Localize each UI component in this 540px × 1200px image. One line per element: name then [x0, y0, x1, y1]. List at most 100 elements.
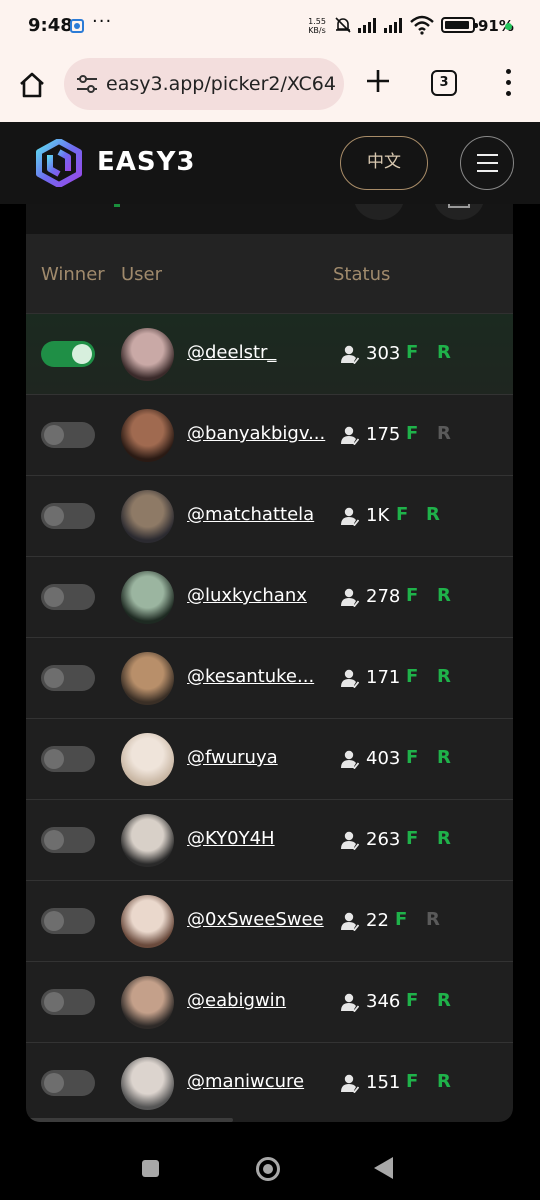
- person-icon: [341, 993, 359, 1012]
- follower-count: 263: [366, 829, 401, 850]
- table-row: @matchattela 1K F R: [26, 476, 513, 557]
- username-link[interactable]: @KY0Y4H: [187, 828, 275, 849]
- column-header-user: User: [121, 264, 163, 285]
- column-header-status: Status: [333, 264, 391, 285]
- address-bar[interactable]: easy3.app/picker2/XC64: [64, 58, 344, 110]
- network-speed: 1.55 KB/s: [306, 17, 328, 35]
- username-link[interactable]: @maniwcure: [187, 1071, 304, 1092]
- battery-icon: [441, 17, 478, 33]
- repost-status: R: [426, 909, 440, 930]
- winner-toggle[interactable]: [41, 827, 95, 853]
- table-row: @deelstr_ 303 F R: [26, 314, 513, 395]
- app-notification-icon: [70, 19, 84, 33]
- username-link[interactable]: @deelstr_: [187, 342, 276, 363]
- system-navigation-bar: [0, 1122, 540, 1200]
- tabs-icon[interactable]: 3: [431, 70, 457, 96]
- repost-status: R: [437, 666, 451, 687]
- table-header: Winner User Status: [26, 234, 513, 314]
- avatar[interactable]: [121, 895, 174, 948]
- winner-toggle[interactable]: [41, 1070, 95, 1096]
- person-icon: [341, 669, 359, 688]
- repost-status: R: [437, 828, 451, 849]
- winner-toggle[interactable]: [41, 746, 95, 772]
- table-row: @0xSweeSwee 22 F R: [26, 881, 513, 962]
- status-bar: 9:48 ··· 1.55 KB/s 91%: [0, 0, 540, 52]
- username-link[interactable]: @kesantuke...: [187, 666, 314, 687]
- participants-table-card: Winner User Status @deelstr_ 303 F R @banyak…: [26, 204, 513, 1122]
- winner-toggle[interactable]: [41, 422, 95, 448]
- more-notifications-icon: ···: [92, 11, 113, 32]
- avatar[interactable]: [121, 814, 174, 867]
- follow-status: F: [406, 1071, 419, 1092]
- person-icon: [341, 1074, 359, 1093]
- username-link[interactable]: @0xSweeSwee: [187, 909, 324, 930]
- signal-icon: [384, 18, 402, 33]
- follower-count: 278: [366, 586, 401, 607]
- table-row: @eabigwin 346 F R: [26, 962, 513, 1043]
- avatar[interactable]: [121, 409, 174, 462]
- url-text[interactable]: easy3.app/picker2/XC64: [106, 73, 336, 95]
- avatar[interactable]: [121, 976, 174, 1029]
- privacy-dot-icon: [505, 23, 512, 30]
- easy3-logo-icon[interactable]: [36, 139, 82, 187]
- person-icon: [341, 507, 359, 526]
- follow-status: F: [396, 504, 409, 525]
- toggle-knob: [44, 992, 64, 1012]
- network-speed-value: 1.55: [308, 17, 326, 26]
- winner-toggle[interactable]: [41, 989, 95, 1015]
- toggle-knob: [44, 587, 64, 607]
- repost-status: R: [437, 1071, 451, 1092]
- plus-icon[interactable]: [365, 68, 391, 94]
- avatar[interactable]: [121, 652, 174, 705]
- home-icon[interactable]: [18, 71, 46, 99]
- winner-toggle[interactable]: [41, 665, 95, 691]
- username-link[interactable]: @matchattela: [187, 504, 314, 525]
- partial-button[interactable]: [354, 204, 404, 220]
- toggle-knob: [44, 749, 64, 769]
- recents-icon[interactable]: [142, 1160, 159, 1177]
- toggle-knob: [44, 506, 64, 526]
- table-row: @fwuruya 403 F R: [26, 719, 513, 800]
- follow-status: F: [406, 828, 419, 849]
- home-circle-icon[interactable]: [256, 1157, 280, 1181]
- username-link[interactable]: @luxkychanx: [187, 585, 307, 606]
- repost-status: R: [437, 747, 451, 768]
- table-row: @luxkychanx 278 F R: [26, 557, 513, 638]
- table-row: @maniwcure 151 F R: [26, 1043, 513, 1122]
- partial-indicator: [114, 204, 120, 207]
- follower-count: 403: [366, 748, 401, 769]
- logo-text[interactable]: EASY3: [97, 147, 196, 177]
- avatar[interactable]: [121, 733, 174, 786]
- site-header: EASY3 中文: [0, 122, 540, 204]
- person-icon: [341, 750, 359, 769]
- repost-status: R: [426, 504, 440, 525]
- username-link[interactable]: @fwuruya: [187, 747, 278, 768]
- hamburger-icon[interactable]: [460, 136, 514, 190]
- wifi-icon: [410, 15, 434, 35]
- follow-status: F: [406, 585, 419, 606]
- winner-toggle[interactable]: [41, 341, 95, 367]
- toggle-knob: [44, 668, 64, 688]
- avatar[interactable]: [121, 490, 174, 543]
- menu-dots-icon[interactable]: [504, 69, 512, 99]
- follower-count: 22: [366, 910, 389, 931]
- card-top-strip: [26, 204, 513, 234]
- follow-status: F: [406, 666, 419, 687]
- winner-toggle[interactable]: [41, 908, 95, 934]
- partial-icon: [448, 204, 470, 208]
- tune-icon[interactable]: [76, 74, 98, 94]
- follower-count: 175: [366, 424, 401, 445]
- avatar[interactable]: [121, 328, 174, 381]
- avatar[interactable]: [121, 1057, 174, 1110]
- winner-toggle[interactable]: [41, 584, 95, 610]
- repost-status: R: [437, 423, 451, 444]
- follower-count: 346: [366, 991, 401, 1012]
- language-button[interactable]: 中文: [340, 136, 428, 190]
- follower-count: 303: [366, 343, 401, 364]
- username-link[interactable]: @banyakbigv...: [187, 423, 325, 444]
- back-icon[interactable]: [374, 1157, 393, 1179]
- follower-count: 151: [366, 1072, 401, 1093]
- username-link[interactable]: @eabigwin: [187, 990, 286, 1011]
- avatar[interactable]: [121, 571, 174, 624]
- winner-toggle[interactable]: [41, 503, 95, 529]
